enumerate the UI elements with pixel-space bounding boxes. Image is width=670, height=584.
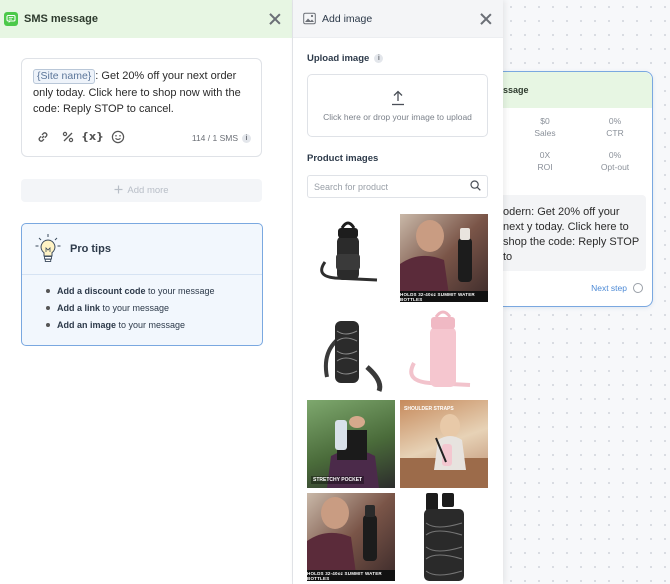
product-search-input[interactable] xyxy=(314,181,470,192)
flow-node-message-preview: odern: Get 20% off your next y today. Cl… xyxy=(503,195,646,271)
product-image-woman-outdoors[interactable]: STRETCHY POCKET xyxy=(307,400,395,488)
message-toolbar: {x} xyxy=(35,129,125,144)
patterned-sling-picture xyxy=(324,321,383,392)
stat-label: Sales xyxy=(534,128,556,138)
stat-label: Opt-out xyxy=(600,162,630,172)
info-icon[interactable]: i xyxy=(374,54,384,63)
tip-bold: Add a discount code xyxy=(57,286,146,296)
sms-message-panel: SMS message {Site name}: Get 20% off you… xyxy=(0,0,293,584)
plus-icon xyxy=(114,185,123,197)
add-image-title: Add image xyxy=(322,12,373,25)
woman-shoulder-straps-picture xyxy=(400,414,488,488)
product-search[interactable] xyxy=(307,175,488,198)
add-image-panel: Add image Upload image i Click here or d… xyxy=(293,0,503,584)
upload-image-label: Upload image i xyxy=(307,53,384,64)
pro-tips-card: Pro tips Add a discount code to your mes… xyxy=(21,223,263,346)
sms-chat-icon xyxy=(4,12,18,26)
add-more-button[interactable]: Add more xyxy=(21,179,262,202)
sms-character-count: 114 / 1 SMS i xyxy=(192,133,251,143)
upload-image-label-text: Upload image xyxy=(307,53,370,64)
thumb-banner: HOLDS 32-40oz SUMMIT WATER BOTTLES xyxy=(307,570,395,581)
black-bottle-sling-picture xyxy=(320,221,378,282)
next-step-link[interactable]: Next step xyxy=(591,283,643,293)
link-icon[interactable] xyxy=(35,129,50,144)
patterned-bottle-picture xyxy=(424,493,464,581)
image-icon xyxy=(303,12,316,25)
stat-opt-out: 0% Opt-out xyxy=(585,150,645,172)
next-step-label: Next step xyxy=(591,283,627,293)
tip-item-link: Add a link to your message xyxy=(46,300,262,317)
close-sms-panel-icon[interactable] xyxy=(268,12,282,26)
emoji-icon[interactable] xyxy=(110,129,125,144)
thumb-banner-text: HOLDS 32-40oz SUMMIT WATER BOTTLES xyxy=(400,291,475,302)
stat-value: $0 xyxy=(540,116,550,126)
product-image-patterned-sling[interactable] xyxy=(307,307,395,395)
search-icon[interactable] xyxy=(470,179,481,194)
tip-rest: to your message xyxy=(100,303,170,313)
upload-arrow-icon xyxy=(391,90,405,109)
upload-dropzone[interactable]: Click here or drop your image to upload xyxy=(307,74,488,137)
add-image-header: Add image xyxy=(293,0,503,38)
product-image-patterned-bottle[interactable] xyxy=(400,493,488,581)
product-images-label: Product images xyxy=(307,153,379,164)
sms-message-text[interactable]: {Site name}: Get 20% off your next order… xyxy=(33,68,255,118)
sms-panel-header: SMS message xyxy=(0,0,292,38)
variable-insert-icon[interactable]: {x} xyxy=(81,129,104,144)
tip-item-image: Add an image to your message xyxy=(46,317,262,334)
flow-node-header: ssage xyxy=(503,72,652,108)
stat-label: ROI xyxy=(537,162,553,172)
stat-value: 0% xyxy=(608,116,622,126)
next-step-connector-icon[interactable] xyxy=(633,283,643,293)
stat-ctr: 0% CTR xyxy=(585,116,645,138)
man-with-bottle-picture xyxy=(400,220,472,302)
stat-sales: $0 Sales xyxy=(515,116,575,138)
flow-node-title: ssage xyxy=(503,85,529,95)
stat-roi: 0X ROI xyxy=(515,150,575,172)
sms-panel-title: SMS message xyxy=(24,13,98,25)
woman-outdoors-picture xyxy=(327,416,379,488)
flow-node-sms[interactable]: ssage $0 Sales 0% CTR 0X ROI 0% Opt-out … xyxy=(503,71,653,307)
tip-bold: Add a link xyxy=(57,303,101,313)
sms-message-editor[interactable]: {Site name}: Get 20% off your next order… xyxy=(21,58,262,157)
stat-label: CTR xyxy=(606,128,624,138)
close-add-image-icon[interactable] xyxy=(479,12,493,26)
thumb-banner-text: HOLDS 32-40oz SUMMIT WATER BOTTLES xyxy=(307,570,382,581)
sms-count-text: 114 / 1 SMS xyxy=(191,133,238,143)
lightbulb-icon xyxy=(34,233,62,265)
pro-tips-list: Add a discount code to your message Add … xyxy=(22,275,262,334)
thumb-banner: HOLDS 32-40oz SUMMIT WATER BOTTLES xyxy=(400,291,488,302)
product-image-man-with-bottle[interactable]: HOLDS 32-40oz SUMMIT WATER BOTTLES xyxy=(400,214,488,302)
tip-item-discount: Add a discount code to your message xyxy=(46,283,262,300)
product-image-man-with-bottle-2[interactable]: HOLDS 32-40oz SUMMIT WATER BOTTLES xyxy=(307,493,395,581)
info-icon[interactable]: i xyxy=(242,133,251,143)
pro-tips-header: Pro tips xyxy=(22,224,262,275)
discount-percent-icon[interactable] xyxy=(60,129,75,144)
site-name-token[interactable]: {Site name} xyxy=(33,69,96,84)
stat-value: 0% xyxy=(608,150,622,160)
upload-hint: Click here or drop your image to upload xyxy=(323,112,472,122)
add-more-label: Add more xyxy=(127,185,169,196)
thumb-overlay-text: STRETCHY POCKET xyxy=(311,476,365,484)
tip-rest: to your message xyxy=(145,286,215,296)
product-image-pink-bottle[interactable] xyxy=(400,307,488,395)
product-image-woman-shoulder-straps[interactable]: SHOULDER STRAPS xyxy=(400,400,488,488)
pro-tips-title: Pro tips xyxy=(70,243,111,255)
thumb-top-text: SHOULDER STRAPS xyxy=(404,406,454,412)
stat-value: 0X xyxy=(539,150,551,160)
pink-bottle-picture xyxy=(409,310,471,387)
product-image-black-bottle-sling[interactable] xyxy=(307,214,395,302)
man-with-bottle-2-picture xyxy=(307,497,377,581)
tip-bold: Add an image xyxy=(57,320,117,330)
tip-rest: to your message xyxy=(116,320,186,330)
